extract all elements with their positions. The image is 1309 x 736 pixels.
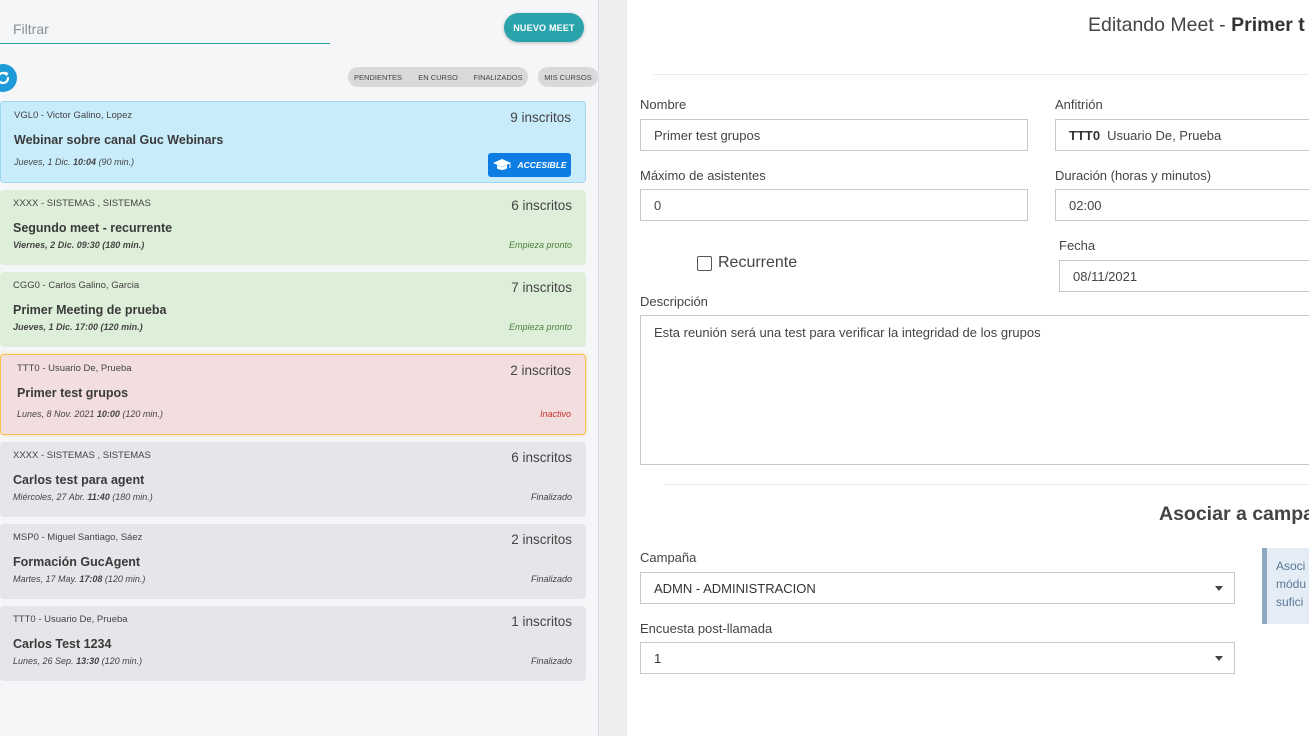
meet-inscritos: 6 inscritos [511, 450, 572, 465]
info-callout: Asoci módu sufici [1262, 548, 1309, 624]
recurrente-label: Recurrente [718, 254, 798, 271]
meet-card[interactable]: VGL0 - Victor Galino, Lopez 9 inscritos … [0, 101, 586, 183]
caret-down-icon [1215, 656, 1223, 661]
divider [654, 74, 1309, 75]
meet-inscritos: 2 inscritos [511, 532, 572, 547]
page-title: Editando Meet - Primer t [1088, 14, 1305, 36]
meet-card[interactable]: XXXX - SISTEMAS , SISTEMAS 6 inscritos C… [0, 442, 586, 517]
meet-list: VGL0 - Victor Galino, Lopez 9 inscritos … [0, 101, 586, 688]
meet-status: Finalizado [530, 492, 572, 502]
meet-editor-panel: Editando Meet - Primer t Nombre Primer t… [627, 0, 1309, 736]
filter-field[interactable] [0, 14, 330, 44]
meet-owner: TTT0 - Usuario De, Prueba [13, 614, 128, 625]
meet-date: Viernes, 2 Dic. 09:30 (180 min.) [13, 240, 145, 250]
meet-date: Lunes, 26 Sep. 13:30 (120 min.) [13, 656, 143, 666]
meet-inscritos: 2 inscritos [510, 363, 571, 378]
descripcion-textarea[interactable]: Esta reunión será una test para verifica… [640, 315, 1309, 465]
meet-title: Primer Meeting de prueba [13, 303, 167, 317]
meet-title: Carlos Test 1234 [13, 637, 112, 651]
meet-title: Webinar sobre canal Guc Webinars [14, 133, 224, 147]
new-meet-button[interactable]: NUEVO MEET [504, 13, 584, 42]
meet-date: Lunes, 8 Nov. 2021 10:00 (120 min.) [17, 409, 163, 419]
nombre-input[interactable]: Primer test grupos [640, 119, 1028, 151]
graduation-cap-icon [493, 159, 512, 170]
meet-inscritos: 7 inscritos [511, 280, 572, 295]
meet-inscritos: 9 inscritos [510, 110, 571, 125]
meet-owner: MSP0 - Miguel Santiago, Sáez [13, 532, 143, 543]
meet-title: Carlos test para agent [13, 473, 145, 487]
accesible-badge: ACCESIBLE [488, 153, 571, 177]
meet-status: Inactivo [539, 409, 571, 419]
encuesta-label: Encuesta post-llamada [640, 621, 773, 636]
meet-date: Jueves, 1 Dic. 17:00 (120 min.) [13, 322, 143, 332]
nombre-label: Nombre [640, 97, 687, 112]
caret-down-icon [1215, 586, 1223, 591]
filter-en-curso[interactable]: EN CURSO [408, 67, 468, 87]
meet-title: Primer test grupos [17, 386, 129, 400]
meet-title: Segundo meet - recurrente [13, 221, 173, 235]
anfitrion-select[interactable]: TTT0 Usuario De, Prueba [1055, 119, 1309, 151]
meet-list-panel: NUEVO MEET PENDIENTES EN CURSO FINALIZAD… [0, 0, 598, 736]
meet-date: Miércoles, 27 Abr. 11:40 (180 min.) [13, 492, 153, 502]
meet-card-selected[interactable]: TTT0 - Usuario De, Prueba 2 inscritos Pr… [0, 354, 586, 435]
anfitrion-label: Anfitrión [1055, 97, 1103, 112]
meet-status: Finalizado [530, 656, 572, 666]
campana-label: Campaña [640, 550, 697, 565]
meet-inscritos: 6 inscritos [511, 198, 572, 213]
max-asistentes-input[interactable]: 0 [640, 189, 1028, 221]
meet-owner: XXXX - SISTEMAS , SISTEMAS [13, 198, 151, 209]
filter-finalizados[interactable]: FINALIZADOS [468, 67, 528, 87]
meet-status: Empieza pronto [508, 322, 572, 332]
meet-status: Finalizado [530, 574, 572, 584]
status-filter-group: PENDIENTES EN CURSO FINALIZADOS [348, 67, 528, 87]
filter-pendientes[interactable]: PENDIENTES [348, 67, 408, 87]
meet-owner: TTT0 - Usuario De, Prueba [17, 363, 132, 374]
meet-owner: CGG0 - Carlos Galino, Garcia [13, 280, 140, 291]
campana-select[interactable]: ADMN - ADMINISTRACION [640, 572, 1235, 604]
descripcion-label: Descripción [640, 294, 708, 309]
meet-card[interactable]: MSP0 - Miguel Santiago, Sáez 2 inscritos… [0, 524, 586, 599]
meet-owner: XXXX - SISTEMAS , SISTEMAS [13, 450, 151, 461]
recurrente-checkbox[interactable]: Recurrente [697, 254, 797, 272]
meet-owner: VGL0 - Victor Galino, Lopez [14, 110, 133, 121]
max-asistentes-label: Máximo de asistentes [640, 168, 766, 183]
divider [665, 484, 1309, 485]
asociar-campana-title: Asociar a campa [1159, 503, 1309, 525]
duracion-input[interactable]: 02:00 [1055, 189, 1309, 221]
fecha-input[interactable]: 08/11/2021 [1059, 260, 1309, 292]
filter-input[interactable] [0, 14, 330, 43]
meet-inscritos: 1 inscritos [511, 614, 572, 629]
panel-divider[interactable] [598, 0, 627, 736]
refresh-button[interactable] [0, 64, 17, 92]
meet-card[interactable]: TTT0 - Usuario De, Prueba 1 inscritos Ca… [0, 606, 586, 681]
meet-title: Formación GucAgent [13, 555, 141, 569]
checkbox-icon[interactable] [697, 255, 712, 271]
meet-card[interactable]: CGG0 - Carlos Galino, Garcia 7 inscritos… [0, 272, 586, 347]
meet-date: Jueves, 1 Dic. 10:04 (90 min.) [14, 157, 135, 167]
refresh-icon [0, 71, 10, 85]
meet-status: Empieza pronto [508, 240, 572, 250]
meet-card[interactable]: XXXX - SISTEMAS , SISTEMAS 6 inscritos S… [0, 190, 586, 265]
duracion-label: Duración (horas y minutos) [1055, 168, 1212, 183]
filter-mis-cursos[interactable]: MIS CURSOS [538, 67, 598, 87]
meet-date: Martes, 17 May. 17:08 (120 min.) [13, 574, 146, 584]
encuesta-select[interactable]: 1 [640, 642, 1235, 674]
fecha-label: Fecha [1059, 238, 1096, 253]
